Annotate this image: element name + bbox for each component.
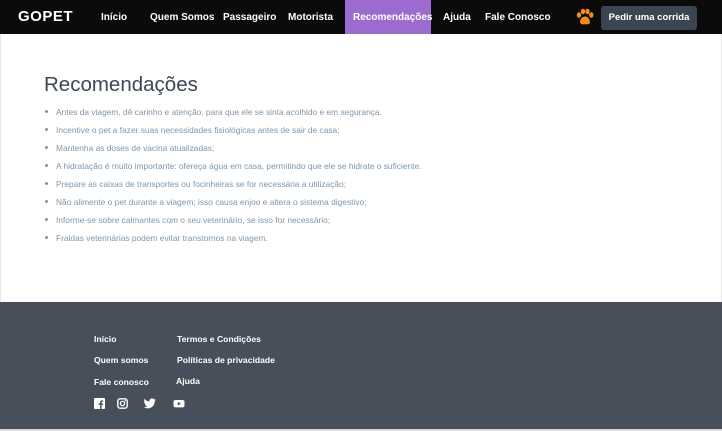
footer: Início Termos e Condições Quem somos Pol…	[0, 302, 722, 431]
list-item: Informe-se sobre calmantes com o seu vet…	[45, 214, 421, 232]
footer-link-quem-somos[interactable]: Quem somos	[94, 355, 148, 365]
brand-logo[interactable]: GOPET	[18, 8, 73, 25]
nav-item-quem-somos[interactable]: Quem Somos	[150, 0, 214, 34]
nav-item-passageiro[interactable]: Passageiro	[223, 0, 276, 34]
nav-item-motorista[interactable]: Motorista	[288, 0, 333, 34]
list-item: Mantenha as doses de vacina atualizadas;	[45, 142, 421, 160]
list-item: Prepare as caixas de transportes ou foci…	[45, 178, 421, 196]
nav-item-ajuda[interactable]: Ajuda	[443, 0, 471, 34]
list-item: Incentive o pet a fazer suas necessidade…	[45, 124, 421, 142]
footer-link-termos[interactable]: Termos e Condições	[177, 334, 261, 344]
page-title: Recomendações	[44, 73, 198, 96]
main-content: Recomendações Antes da viagem, dê carinh…	[0, 34, 722, 302]
list-item: A hidratação é muito importante: ofereça…	[45, 160, 421, 178]
list-item: Fraldas veterinárias podem evitar transt…	[45, 232, 421, 250]
recommendations-list: Antes da viagem, dê carinho e atenção, p…	[45, 106, 421, 250]
instagram-icon[interactable]	[117, 398, 128, 409]
nav-item-inicio[interactable]: Início	[101, 0, 127, 34]
footer-link-privacidade[interactable]: Políticas de privacidade	[177, 355, 275, 365]
footer-link-fale-conosco[interactable]: Fale conosco	[94, 377, 149, 387]
navbar: GOPET Início Quem Somos Passageiro Motor…	[0, 0, 722, 34]
twitter-icon[interactable]	[144, 398, 156, 409]
facebook-icon[interactable]	[94, 398, 105, 409]
list-item: Não alimente o pet durante a viagem; iss…	[45, 196, 421, 214]
request-ride-button[interactable]: Pedir uma corrida	[601, 6, 697, 30]
nav-item-fale-conosco[interactable]: Fale Conosco	[485, 0, 551, 34]
paw-icon	[576, 8, 594, 25]
list-item: Antes da viagem, dê carinho e atenção, p…	[45, 106, 421, 124]
nav-item-recomendacoes[interactable]: Recomendações	[345, 0, 432, 34]
footer-link-inicio[interactable]: Início	[94, 334, 116, 344]
youtube-icon[interactable]	[173, 398, 185, 409]
footer-link-ajuda[interactable]: Ajuda	[176, 376, 200, 386]
